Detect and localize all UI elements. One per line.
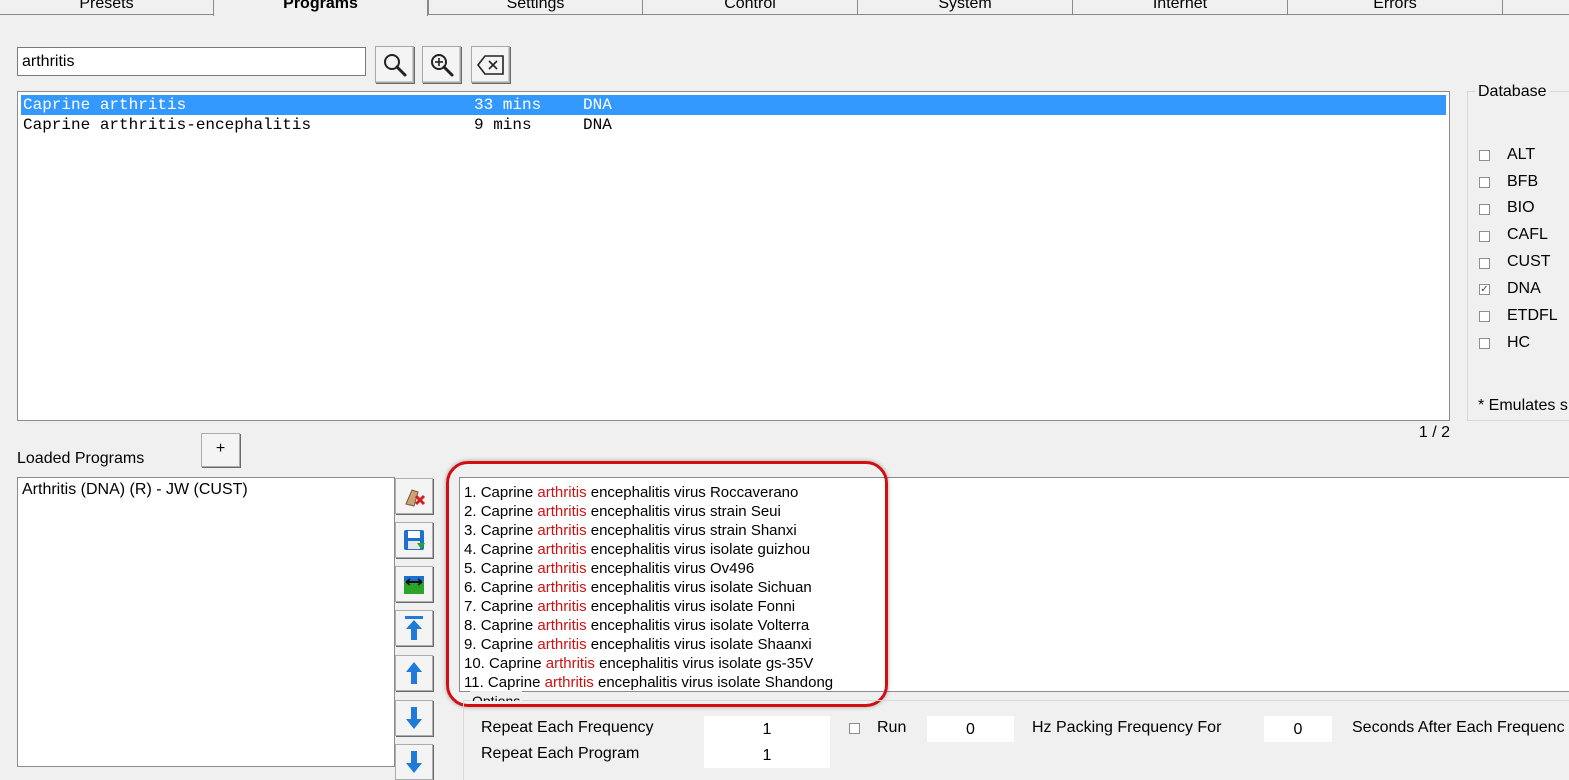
database-title: Database <box>1475 83 1550 101</box>
seconds-field[interactable]: 0 <box>1264 716 1332 742</box>
remove-program-button[interactable] <box>395 478 433 514</box>
search-button[interactable] <box>375 46 414 83</box>
result-name: Caprine arthritis <box>23 96 187 114</box>
result-db: DNA <box>583 96 612 114</box>
db-label-bio: BIO <box>1507 199 1535 216</box>
db-label-hc: HC <box>1507 334 1531 351</box>
db-label-etdfl: ETDFL <box>1507 307 1558 324</box>
zoom-search-button[interactable] <box>422 46 461 83</box>
zoom-in-icon <box>430 53 453 76</box>
highlight-callout <box>446 461 888 707</box>
db-checkbox-etdfl[interactable] <box>1479 311 1490 322</box>
result-row[interactable]: Caprine arthritis 33 mins DNA <box>21 95 1446 115</box>
db-checkbox-cafl[interactable] <box>1479 231 1490 242</box>
move-top-button[interactable] <box>395 610 433 646</box>
tab-programs[interactable]: Programs <box>213 0 428 16</box>
move-up-icon <box>406 662 422 684</box>
db-checkbox-cust[interactable] <box>1479 258 1490 269</box>
tab-settings[interactable]: Settings <box>428 0 642 15</box>
search-icon <box>383 53 406 76</box>
move-down-icon <box>406 707 422 729</box>
move-top-icon <box>405 616 423 640</box>
swap-programs-button[interactable] <box>395 566 433 602</box>
clear-search-button[interactable] <box>471 46 510 83</box>
db-checkbox-bio[interactable] <box>1479 204 1490 215</box>
db-checkbox-dna[interactable]: ✓ <box>1479 284 1490 295</box>
db-checkbox-bfb[interactable] <box>1479 177 1490 188</box>
move-bottom-icon <box>406 751 422 773</box>
db-checkbox-hc[interactable] <box>1479 338 1490 349</box>
result-row[interactable]: Caprine arthritis-encephalitis 9 mins DN… <box>21 115 1446 135</box>
move-up-button[interactable] <box>395 655 433 691</box>
move-down-button[interactable] <box>395 700 433 736</box>
tab-control[interactable]: Control <box>642 0 857 15</box>
loaded-programs-label: Loaded Programs <box>17 450 145 467</box>
tab-errors[interactable]: Errors <box>1287 0 1502 15</box>
loaded-program-item[interactable]: Arthritis (DNA) (R) - JW (CUST) <box>22 481 248 499</box>
move-bottom-button[interactable] <box>395 744 433 780</box>
result-duration: 33 mins <box>474 96 542 114</box>
options-group <box>463 700 1569 780</box>
tab-internet[interactable]: Internet <box>1072 0 1287 15</box>
repeat-program-field[interactable]: 1 <box>704 742 830 768</box>
run-checkbox[interactable] <box>849 723 860 734</box>
delete-icon <box>405 489 426 507</box>
db-label-cafl: CAFL <box>1507 226 1548 243</box>
add-program-button[interactable]: + <box>201 433 240 467</box>
save-programs-button[interactable] <box>395 522 433 558</box>
repeat-frequency-label: Repeat Each Frequency <box>481 719 654 736</box>
db-label-alt: ALT <box>1507 146 1536 163</box>
tab-system[interactable]: System <box>857 0 1072 15</box>
tab-overflow[interactable] <box>1502 0 1569 15</box>
result-db: DNA <box>583 116 612 134</box>
save-icon <box>404 530 425 550</box>
tab-presets[interactable]: Presets <box>0 0 213 15</box>
swap-icon <box>404 576 424 594</box>
loaded-programs-list[interactable]: Arthritis (DNA) (R) - JW (CUST) <box>17 477 395 767</box>
db-label-dna: DNA <box>1507 280 1541 297</box>
run-hz-field[interactable]: 0 <box>927 716 1014 742</box>
clear-icon <box>476 54 504 75</box>
db-label-bfb: BFB <box>1507 173 1539 190</box>
page-indicator: 1 / 2 <box>1418 424 1450 441</box>
search-input[interactable] <box>17 47 366 76</box>
repeat-program-label: Repeat Each Program <box>481 745 640 762</box>
run-label: Run <box>877 719 907 736</box>
repeat-frequency-field[interactable]: 1 <box>704 716 830 742</box>
program-results-list[interactable]: Caprine arthritis 33 mins DNA Caprine ar… <box>17 91 1450 421</box>
seconds-after-label: Seconds After Each Frequenc <box>1352 719 1565 736</box>
result-name: Caprine arthritis-encephalitis <box>23 116 312 134</box>
tab-bar: Presets Programs Settings Control System… <box>0 0 1569 16</box>
database-footnote: * Emulates s <box>1478 397 1568 414</box>
db-label-cust: CUST <box>1507 253 1551 270</box>
hz-packing-label: Hz Packing Frequency For <box>1032 719 1222 736</box>
db-checkbox-alt[interactable] <box>1479 150 1490 161</box>
options-title: Options <box>470 691 523 701</box>
result-duration: 9 mins <box>474 116 532 134</box>
